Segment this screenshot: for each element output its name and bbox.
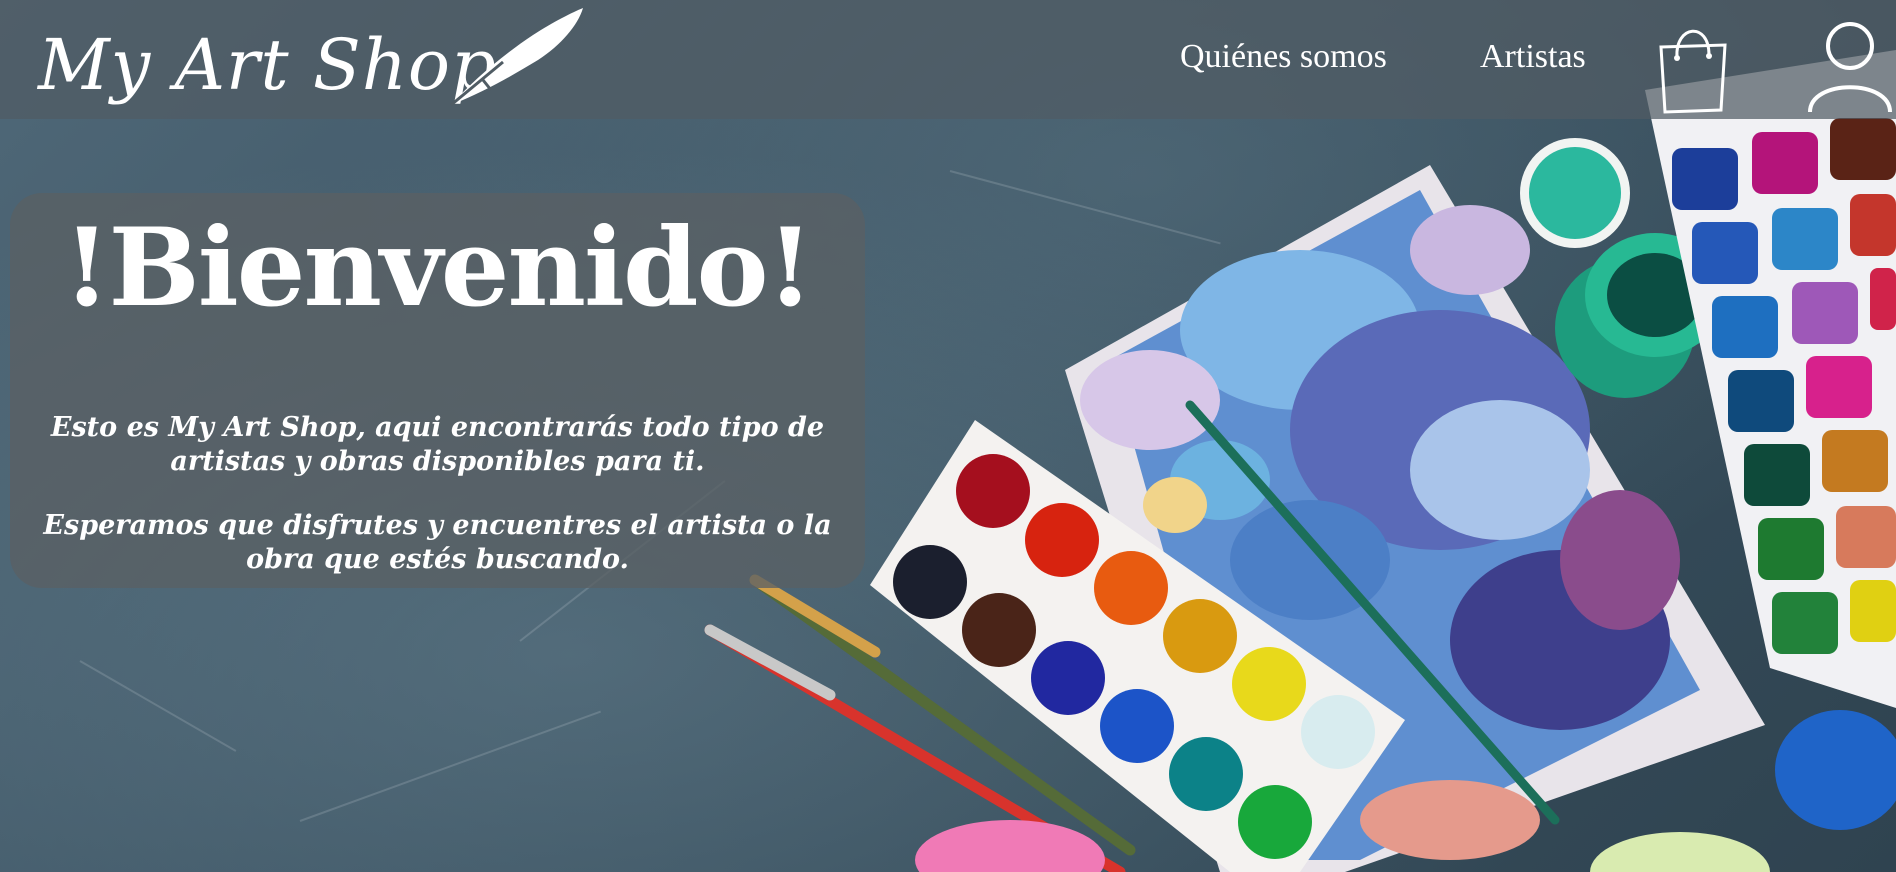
nav-link-about[interactable]: Quiénes somos: [1180, 38, 1387, 76]
welcome-card: !Bienvenido! Esto es My Art Shop, aqui e…: [10, 193, 865, 588]
nav-link-artists[interactable]: Artistas: [1480, 38, 1586, 76]
paint-jar: [1775, 710, 1896, 830]
shopping-bag-icon[interactable]: [1655, 15, 1730, 115]
logo-text: My Art Shop: [38, 24, 497, 106]
welcome-paragraph-2: Esperamos que disfrutes y encuentres el …: [43, 510, 832, 575]
quill-pen-icon: [450, 8, 583, 107]
welcome-paragraph-1: Esto es My Art Shop, aqui encontrarás to…: [50, 412, 825, 477]
paint-jar: [915, 820, 1105, 872]
welcome-title: !Bienvenido!: [63, 205, 814, 331]
user-icon[interactable]: [1805, 14, 1896, 114]
paint-jar: [1590, 832, 1770, 872]
site-logo[interactable]: My Art Shop: [38, 8, 583, 113]
paint-jar: [1520, 138, 1630, 248]
site-header: My Art Shop Quiénes somos Artistas: [0, 0, 1896, 119]
